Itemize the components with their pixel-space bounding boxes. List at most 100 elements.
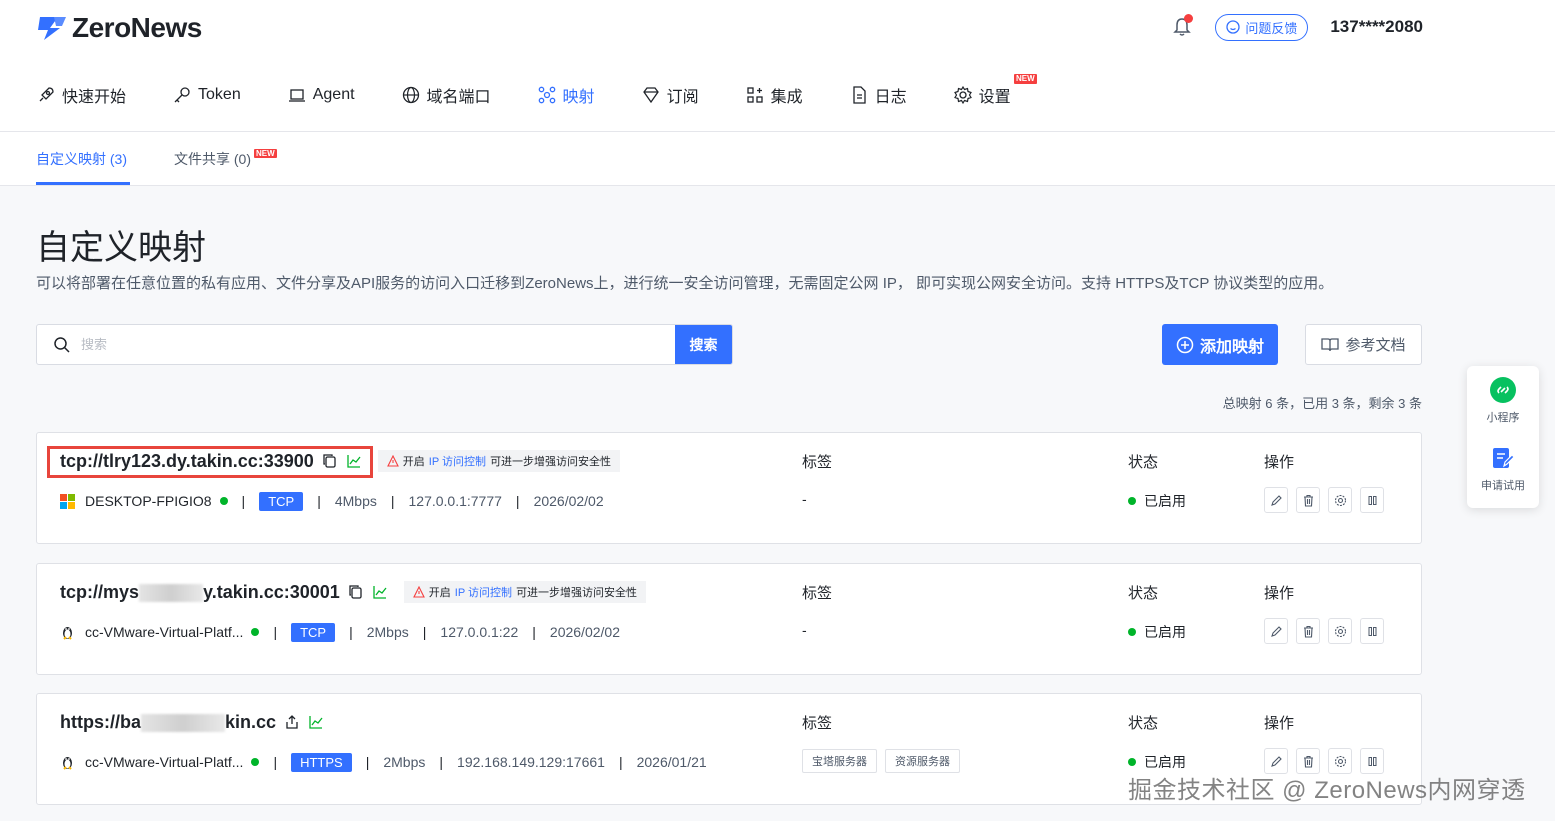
tags-header: 标签 [802,585,833,602]
active-tab-indicator [36,182,130,185]
warning-icon [412,586,425,598]
tag-chip[interactable]: 资源服务器 [885,749,960,773]
status-header: 状态 [1128,715,1159,732]
pencil-icon [1270,625,1282,637]
add-mapping-button[interactable]: 添加映射 [1162,324,1278,365]
created-date: 2026/01/21 [636,754,707,770]
tags-value: 宝塔服务器 资源服务器 [802,749,960,773]
rocket-icon [39,87,54,102]
created-date: 2026/02/02 [533,493,604,509]
agent-host: DESKTOP-FPIGIO8 [85,493,212,509]
gear-icon [1334,625,1346,637]
nav-item-mapping[interactable]: 映射 [537,83,595,107]
edit-button[interactable] [1264,487,1288,513]
online-dot [251,628,260,636]
brand-logo[interactable]: ZeroNews [36,12,202,44]
nav-item-domain-port[interactable]: 域名端口 [401,83,491,107]
mapping-address: tcp://mys y.takin.cc:30001 [60,581,340,602]
local-address: 192.168.149.129:17661 [457,754,605,770]
trash-icon [1303,755,1313,768]
pause-button[interactable] [1360,487,1384,513]
tags-value: - [802,491,807,507]
brand-name: ZeroNews [72,12,202,43]
delete-button[interactable] [1296,487,1320,513]
miniprogram-button[interactable]: 小程序 [1467,376,1539,425]
trash-icon [1303,494,1313,507]
agent-host: cc-VMware-Virtual-Platf... [85,624,244,640]
nav-item-quickstart[interactable]: 快速开始 [36,83,126,107]
ops-header: 操作 [1264,585,1295,602]
chart-icon[interactable] [308,714,324,730]
apply-trial-button[interactable]: 申请试用 [1467,446,1539,493]
tab-custom-mapping[interactable]: 自定义映射 (3) [36,149,127,169]
smile-icon [1226,20,1240,34]
status-value: 已启用 [1128,622,1186,642]
settings-button[interactable] [1328,487,1352,513]
pause-icon [1368,495,1376,505]
nav-item-logs[interactable]: 日志 [849,83,907,107]
notification-bell-icon[interactable] [1171,14,1194,38]
nav-item-settings[interactable]: 设置 NEW [953,74,1037,107]
floating-side-panel: 小程序 申请试用 [1467,366,1539,508]
copy-icon[interactable] [348,584,364,600]
ops-header: 操作 [1264,715,1295,732]
edit-form-icon [1493,448,1515,468]
search-input[interactable] [81,325,675,364]
pencil-icon [1270,494,1282,506]
logo-icon [36,14,68,42]
chart-icon[interactable] [372,584,388,600]
linux-icon [63,757,72,770]
ip-access-warning: 开启 IP 访问控制 可进一步增强访问安全性 [403,581,647,603]
search-icon [54,336,70,353]
tags-header: 标签 [802,454,833,471]
nav-item-subscription[interactable]: 订阅 [641,83,699,107]
pause-icon [1368,626,1376,636]
protocol-badge: TCP [259,491,304,511]
top-header: ZeroNews 问题反馈 137****2080 快速开始 Token Age… [0,0,1555,132]
nav-item-integration[interactable]: 集成 [745,83,803,107]
quota-summary: 总映射 6 条，已用 3 条，剩余 3 条 [1222,396,1422,411]
tab-file-share[interactable]: 文件共享 (0) NEW [174,149,277,169]
mapping-address: https://ba kin.cc [60,711,277,732]
bandwidth: 2Mbps [383,754,426,770]
nav-item-token[interactable]: Token [172,85,241,105]
trash-icon [1303,625,1313,638]
tag-chip[interactable]: 宝塔服务器 [802,749,877,773]
mapping-card: tcp://tlry123.dy.takin.cc:33900 开启 IP 访问… [36,432,1422,544]
created-date: 2026/02/02 [549,624,620,640]
share-icon[interactable] [284,714,300,730]
pause-button[interactable] [1360,618,1384,644]
gear-icon [1334,494,1346,506]
search-button[interactable]: 搜索 [675,325,732,364]
local-address: 127.0.0.1:22 [440,624,519,640]
user-account[interactable]: 137****2080 [1330,17,1423,37]
new-badge: NEW [1013,74,1037,84]
tags-value: - [802,622,807,638]
linux-icon [63,627,72,640]
online-dot [219,497,228,505]
delete-button[interactable] [1296,618,1320,644]
feedback-label: 问题反馈 [1245,20,1298,36]
grid-plus-icon [746,87,763,103]
warning-icon [386,455,399,467]
feedback-button[interactable]: 问题反馈 [1215,13,1309,41]
search-bar: 搜索 [36,324,733,365]
ip-access-control-link[interactable]: IP 访问控制 [455,584,512,600]
online-dot [251,758,260,766]
settings-button[interactable] [1328,618,1352,644]
highlight-box [47,446,373,478]
protocol-badge: HTTPS [291,752,352,772]
docs-button[interactable]: 参考文档 [1305,324,1422,365]
ip-access-control-link[interactable]: IP 访问控制 [429,453,486,469]
document-icon [852,86,866,104]
local-address: 127.0.0.1:7777 [408,493,502,509]
key-icon [174,87,190,103]
protocol-badge: TCP [291,622,336,642]
edit-button[interactable] [1264,618,1288,644]
status-header: 状态 [1128,585,1159,602]
nav-item-agent[interactable]: Agent [287,85,355,105]
laptop-icon [288,89,305,102]
status-value: 已启用 [1128,491,1186,511]
windows-icon [60,493,75,509]
redacted-mask [139,583,204,602]
